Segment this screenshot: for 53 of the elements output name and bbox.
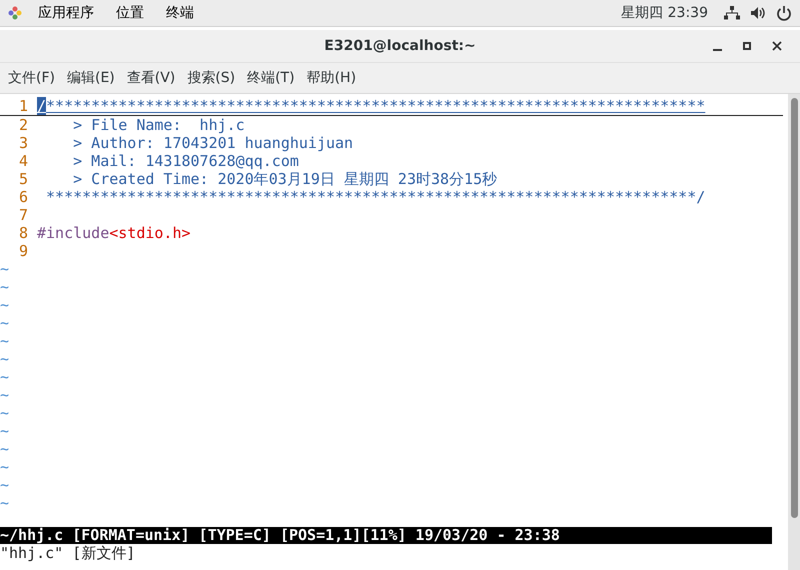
scrollbar-thumb[interactable] <box>790 98 798 518</box>
empty-line-marker: ~ <box>0 332 9 350</box>
volume-icon[interactable] <box>750 6 766 20</box>
code-text: ************************************************************************/ <box>45 188 706 206</box>
empty-line-marker: ~ <box>0 494 9 512</box>
cursor: / <box>37 97 46 115</box>
menu-item[interactable]: 搜索(S) <box>181 65 242 91</box>
menu-item[interactable]: 帮助(H) <box>300 65 362 91</box>
empty-line-marker: ~ <box>0 458 9 476</box>
top-menu[interactable]: 终端 <box>160 4 200 22</box>
code-text: <stdio.h> <box>109 224 191 242</box>
network-icon[interactable] <box>724 6 740 20</box>
window-title: E3201@localhost:~ <box>324 38 476 54</box>
menu-item[interactable]: 查看(V) <box>120 65 182 91</box>
line-number: 2 <box>18 116 29 134</box>
line-number: 3 <box>18 134 29 152</box>
empty-line-marker: ~ <box>0 296 9 314</box>
menu-item[interactable]: 编辑(E) <box>60 65 121 91</box>
empty-line-marker: ~ <box>0 422 9 440</box>
menu-item[interactable]: 文件(F) <box>2 65 61 91</box>
empty-line-marker: ~ <box>0 440 9 458</box>
close-icon <box>772 41 782 51</box>
line-number: 9 <box>18 242 29 260</box>
top-menu[interactable]: 位置 <box>110 4 150 22</box>
flower-icon <box>8 6 22 20</box>
line-number: 5 <box>18 170 29 188</box>
power-icon[interactable] <box>776 5 792 21</box>
empty-line-marker: ~ <box>0 260 9 278</box>
line-number: 4 <box>18 152 29 170</box>
code-text: > Created Time: 2020年03月19日 星期四 23时38分15秒 <box>72 170 498 188</box>
empty-line-marker: ~ <box>0 368 9 386</box>
empty-line-marker: ~ <box>0 476 9 494</box>
line-number: 8 <box>18 224 29 242</box>
menu-item[interactable]: 终端(T) <box>241 65 301 91</box>
scrollbar[interactable] <box>788 94 800 570</box>
clock[interactable]: 星期四 23:39 <box>615 4 714 22</box>
message-line: "hhj.c" [新文件] <box>0 544 136 562</box>
empty-line-marker: ~ <box>0 278 9 296</box>
code-text: > Mail: 1431807628@qq.com <box>72 152 299 170</box>
line-number: 1 <box>18 97 29 115</box>
minimize-icon <box>712 48 722 50</box>
code-text: #include <box>37 224 110 242</box>
empty-line-marker: ~ <box>0 350 9 368</box>
code-text: > Author: 17043201 huanghuijuan <box>72 134 354 152</box>
line-number: 6 <box>18 188 29 206</box>
empty-line-marker: ~ <box>0 314 9 332</box>
empty-line-marker: ~ <box>0 386 9 404</box>
code-text: ************************************************************************* <box>46 97 706 115</box>
applications-menu[interactable]: 应用程序 <box>32 4 100 22</box>
line-number: 7 <box>18 206 29 224</box>
maximize-icon <box>743 42 751 50</box>
empty-line-marker: ~ <box>0 404 9 422</box>
code-text: > File Name: hhj.c <box>72 116 245 134</box>
